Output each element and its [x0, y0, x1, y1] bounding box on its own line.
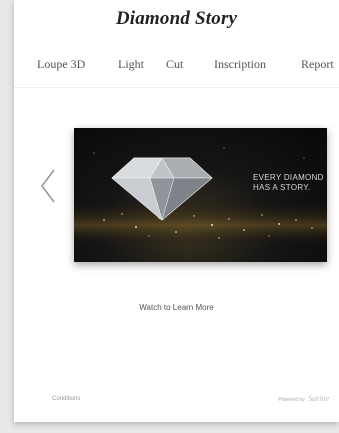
- powered-by-label: Powered by: [278, 397, 305, 403]
- watch-to-learn-more-link[interactable]: Watch to Learn More: [14, 303, 339, 312]
- video-thumbnail[interactable]: EVERY DIAMOND HAS A STORY.: [74, 128, 327, 262]
- app-window: Diamond Story Loupe 3D Light Cut Inscrip…: [14, 0, 339, 422]
- powered-by: Powered by Sarine: [278, 394, 329, 403]
- nav-divider: [14, 87, 339, 88]
- page-title: Diamond Story: [115, 8, 238, 29]
- carousel-prev-button[interactable]: [38, 166, 60, 206]
- tab-report[interactable]: Report: [301, 57, 334, 72]
- chevron-left-icon: [41, 169, 55, 203]
- video-artwork: [74, 147, 327, 248]
- video-caption: EVERY DIAMOND HAS A STORY.: [253, 173, 324, 193]
- tab-light[interactable]: Light: [118, 57, 144, 72]
- brand-logo: Sarine: [308, 394, 329, 403]
- video-caption-line-1: EVERY DIAMOND: [253, 173, 324, 182]
- tab-loupe-3d[interactable]: Loupe 3D: [37, 57, 85, 72]
- tab-cut[interactable]: Cut: [166, 57, 183, 72]
- tab-inscription[interactable]: Inscription: [214, 57, 266, 72]
- nav-tabs: Loupe 3D Light Cut Inscription Report: [14, 55, 339, 75]
- conditions-link[interactable]: Conditions: [52, 396, 80, 402]
- video-caption-line-2: HAS A STORY.: [253, 183, 311, 192]
